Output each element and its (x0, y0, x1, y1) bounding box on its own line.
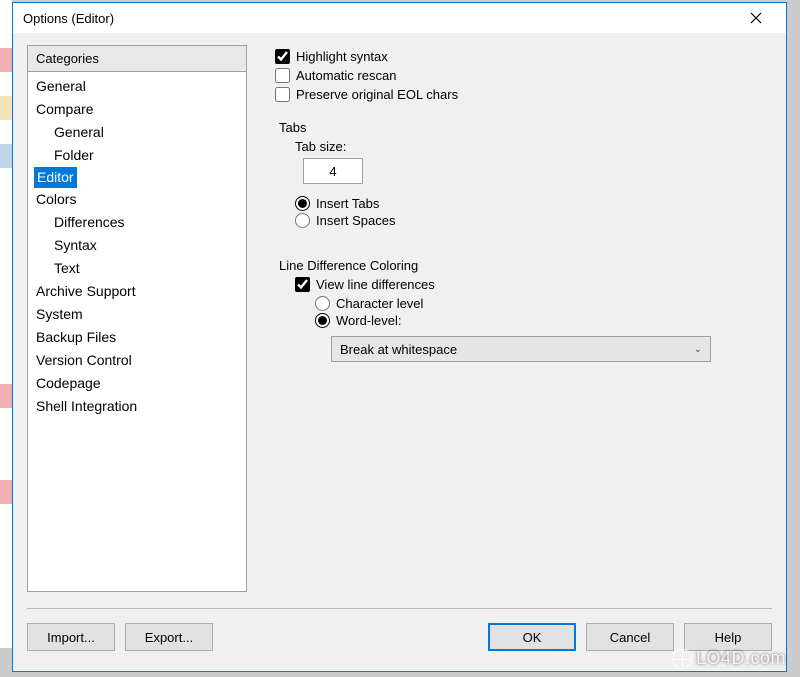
word-level-label: Word-level: (336, 313, 402, 328)
chevron-down-icon: ⌄ (694, 344, 702, 355)
view-line-diff-input[interactable] (295, 277, 310, 292)
category-item-compare[interactable]: Compare (34, 98, 240, 121)
tab-size-input[interactable] (303, 158, 363, 184)
cancel-button[interactable]: Cancel (586, 623, 674, 651)
categories-header: Categories (27, 45, 247, 72)
line-diff-title: Line Difference Coloring (275, 258, 768, 273)
insert-tabs-input[interactable] (295, 196, 310, 211)
insert-spaces-label: Insert Spaces (316, 213, 396, 228)
categories-list[interactable]: GeneralCompareGeneralFolderEditorColorsD… (27, 72, 247, 592)
break-select[interactable]: Break at whitespace ⌄ (331, 336, 711, 362)
category-item-codepage[interactable]: Codepage (34, 372, 240, 395)
globe-icon (672, 649, 692, 669)
categories-panel: Categories GeneralCompareGeneralFolderEd… (27, 45, 247, 608)
background-strips (0, 0, 12, 677)
insert-spaces-input[interactable] (295, 213, 310, 228)
content-area: Categories GeneralCompareGeneralFolderEd… (13, 33, 786, 608)
options-dialog: Options (Editor) Categories GeneralCompa… (12, 2, 787, 672)
break-select-value: Break at whitespace (340, 342, 457, 357)
view-line-diff-label: View line differences (316, 277, 435, 292)
import-button[interactable]: Import... (27, 623, 115, 651)
char-level-input[interactable] (315, 296, 330, 311)
line-diff-group: Line Difference Coloring View line diffe… (275, 258, 768, 362)
button-row: Import... Export... OK Cancel Help (13, 623, 786, 665)
category-item-backup-files[interactable]: Backup Files (34, 326, 240, 349)
category-item-version-control[interactable]: Version Control (34, 349, 240, 372)
watermark-text: LO4D.com (696, 648, 786, 669)
editor-settings-panel: Highlight syntax Automatic rescan Preser… (247, 45, 772, 608)
tabs-group: Tabs Tab size: Insert Tabs Insert Spaces (275, 120, 768, 228)
category-item-folder[interactable]: Folder (52, 144, 240, 167)
category-item-system[interactable]: System (34, 303, 240, 326)
automatic-rescan-label: Automatic rescan (296, 68, 396, 83)
help-button[interactable]: Help (684, 623, 772, 651)
view-line-diff-checkbox[interactable]: View line differences (295, 277, 768, 292)
category-item-colors[interactable]: Colors (34, 188, 240, 211)
category-item-differences[interactable]: Differences (52, 211, 240, 234)
word-level-input[interactable] (315, 313, 330, 328)
separator (27, 608, 772, 609)
insert-spaces-radio[interactable]: Insert Spaces (295, 213, 768, 228)
preserve-eol-checkbox[interactable]: Preserve original EOL chars (275, 87, 768, 102)
highlight-syntax-label: Highlight syntax (296, 49, 388, 64)
tabs-group-title: Tabs (275, 120, 768, 135)
ok-button[interactable]: OK (488, 623, 576, 651)
category-item-general[interactable]: General (52, 121, 240, 144)
word-level-radio[interactable]: Word-level: (315, 313, 768, 328)
category-item-text[interactable]: Text (52, 257, 240, 280)
titlebar[interactable]: Options (Editor) (13, 3, 786, 33)
highlight-syntax-input[interactable] (275, 49, 290, 64)
highlight-syntax-checkbox[interactable]: Highlight syntax (275, 49, 768, 64)
window-title: Options (Editor) (23, 11, 114, 26)
watermark: LO4D.com (672, 648, 786, 669)
char-level-radio[interactable]: Character level (315, 296, 768, 311)
insert-tabs-label: Insert Tabs (316, 196, 379, 211)
preserve-eol-input[interactable] (275, 87, 290, 102)
tab-size-label: Tab size: (295, 139, 768, 154)
preserve-eol-label: Preserve original EOL chars (296, 87, 458, 102)
category-item-general[interactable]: General (34, 75, 240, 98)
category-item-syntax[interactable]: Syntax (52, 234, 240, 257)
category-item-archive-support[interactable]: Archive Support (34, 280, 240, 303)
char-level-label: Character level (336, 296, 423, 311)
close-icon (750, 12, 762, 24)
export-button[interactable]: Export... (125, 623, 213, 651)
close-button[interactable] (736, 4, 776, 32)
insert-tabs-radio[interactable]: Insert Tabs (295, 196, 768, 211)
category-item-editor[interactable]: Editor (34, 167, 77, 188)
category-item-shell-integration[interactable]: Shell Integration (34, 395, 240, 418)
automatic-rescan-checkbox[interactable]: Automatic rescan (275, 68, 768, 83)
automatic-rescan-input[interactable] (275, 68, 290, 83)
